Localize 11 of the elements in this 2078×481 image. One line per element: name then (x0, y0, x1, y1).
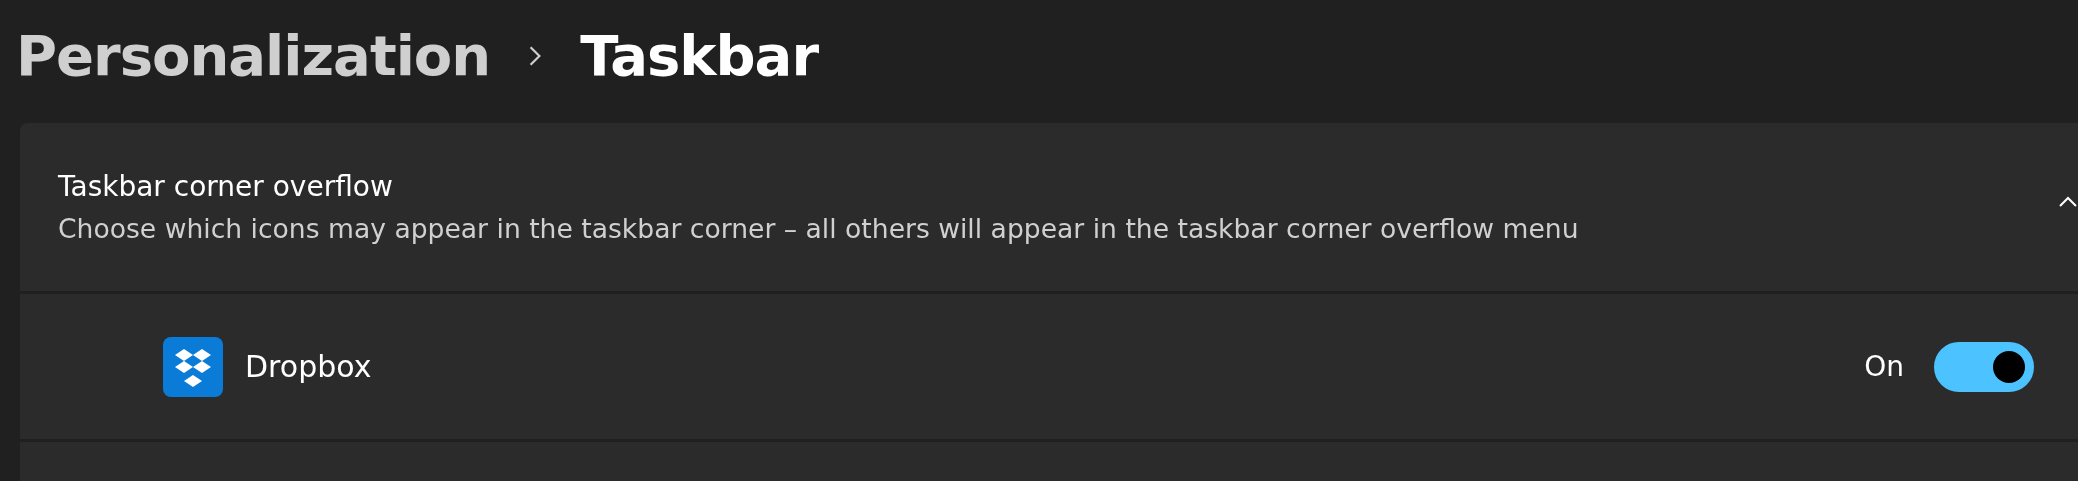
app-name: Dropbox (245, 349, 372, 384)
app-icon (163, 336, 223, 397)
page-title: Taskbar (580, 22, 819, 90)
breadcrumb-link[interactable]: Personalization (16, 13, 491, 99)
toggle-switch[interactable] (1934, 341, 2034, 392)
expander-header[interactable]: Taskbar corner overflow Choose which icons may appear in the taskbar corner – all others will appear in the taskbar corner overflow menu (20, 123, 2078, 291)
chevron-right-icon (528, 45, 543, 67)
section-description: Choose which icons may appear in the taskbar corner – all others will appear in the taskbar corner overflow menu (58, 212, 1579, 246)
chevron-icon[interactable] (2058, 196, 2078, 208)
section-title: Taskbar corner overflow (58, 169, 394, 205)
toggle-state-label: On (1864, 350, 1904, 383)
